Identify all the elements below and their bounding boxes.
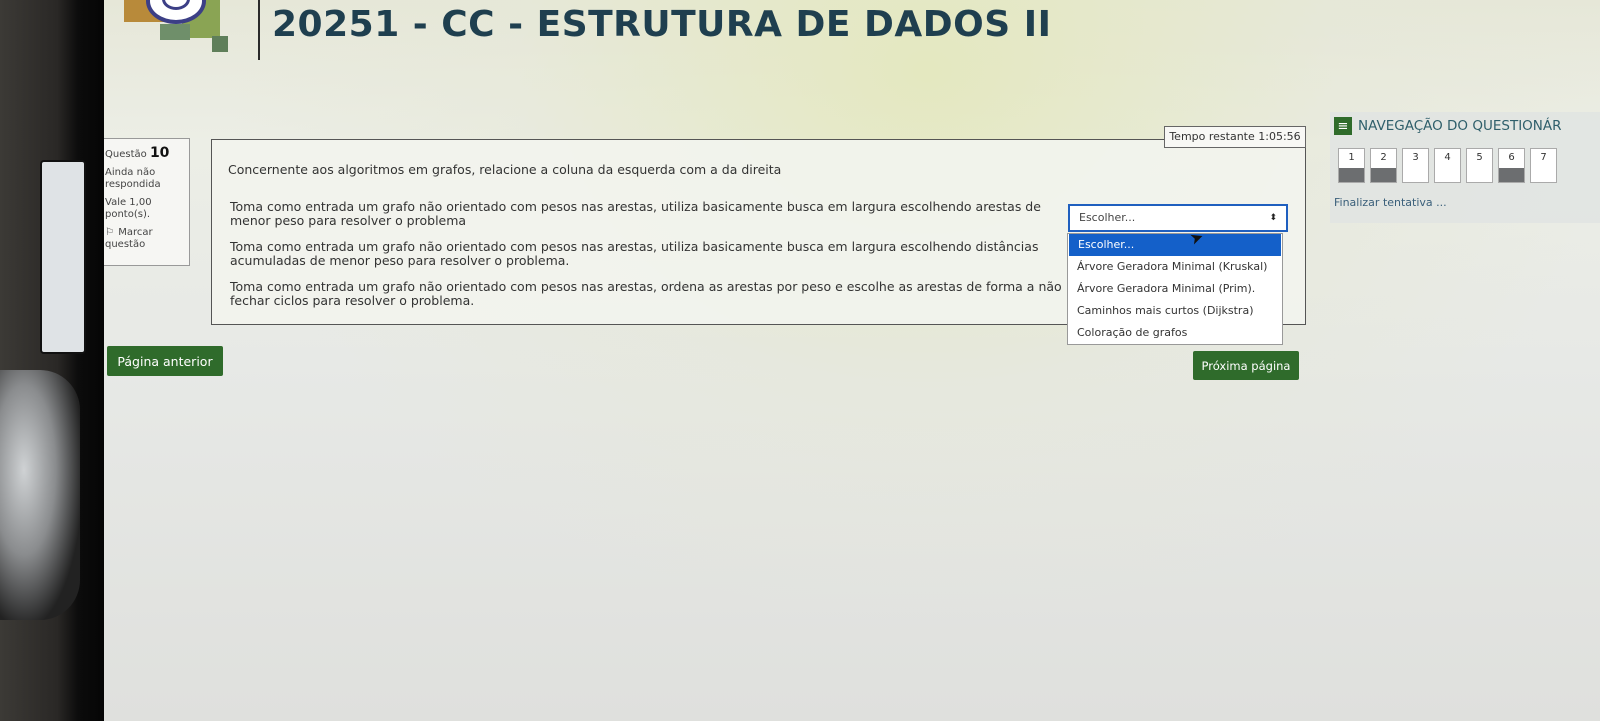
title-divider [258,0,260,60]
question-number-label: Questão [105,149,147,160]
flag-icon: ⚐ [105,227,114,238]
hamburger-menu-icon[interactable]: ≡ [1334,117,1352,135]
quiz-navigation-buttons: 1 2 3 4 5 6 7 [1338,148,1557,183]
match-item-1: Toma como entrada um grafo não orientado… [230,199,1041,228]
quiz-nav-question-1[interactable]: 1 [1338,148,1365,183]
quiz-navigation-block: ≡ NAVEGAÇÃO DO QUESTIONÁR 1 2 3 4 5 6 7 … [1330,112,1600,223]
dropdown-option[interactable]: Árvore Geradora Minimal (Kruskal) [1068,256,1282,278]
quiz-nav-question-5[interactable]: 5 [1466,148,1493,183]
answer-select-1[interactable]: Escolher... ⬍ [1068,204,1288,232]
quiz-nav-question-2[interactable]: 2 [1370,148,1397,183]
question-number: Questão 10 [105,145,183,161]
question-number-value: 10 [149,145,170,161]
finish-attempt-link[interactable]: Finalizar tentativa ... [1334,196,1447,209]
quiz-navigation-title: NAVEGAÇÃO DO QUESTIONÁR [1358,118,1562,134]
question-status: Ainda não respondida [105,167,161,190]
match-item-3: Toma como entrada um grafo não orientado… [230,279,1062,308]
quiz-nav-question-6[interactable]: 6 [1498,148,1525,183]
site-logo[interactable] [124,0,234,60]
select-dropdown-list: Escolher... Árvore Geradora Minimal (Kru… [1067,233,1283,345]
background-object [40,160,86,354]
question-grade: Vale 1,00 ponto(s). [105,197,152,220]
background-object [0,370,80,620]
monitor-bezel [0,0,104,721]
dropdown-option[interactable]: Caminhos mais curtos (Dijkstra) [1068,300,1282,322]
browser-viewport: 20251 - CC - ESTRUTURA DE DADOS II Quest… [104,0,1600,721]
next-page-button[interactable]: Próxima página [1193,351,1299,380]
quiz-navigation-header: ≡ NAVEGAÇÃO DO QUESTIONÁR [1334,116,1562,136]
question-info-panel: Questão 10 Ainda não respondida Vale 1,0… [104,138,190,266]
course-title: 20251 - CC - ESTRUTURA DE DADOS II [272,4,1052,45]
flag-question-link[interactable]: ⚐ Marcar questão [105,227,183,251]
quiz-nav-question-7[interactable]: 7 [1530,148,1557,183]
match-item-2: Toma como entrada um grafo não orientado… [230,239,1039,268]
question-prompt: Concernente aos algoritmos em grafos, re… [228,162,782,177]
logo-block [160,24,190,40]
logo-block [212,36,228,52]
dropdown-option[interactable]: Escolher... [1069,234,1281,256]
time-remaining: Tempo restante 1:05:56 [1164,126,1306,148]
quiz-nav-question-3[interactable]: 3 [1402,148,1429,183]
quiz-nav-question-4[interactable]: 4 [1434,148,1461,183]
dropdown-option[interactable]: Árvore Geradora Minimal (Prim). [1068,278,1282,300]
dropdown-option[interactable]: Coloração de grafos [1068,322,1282,344]
select-current-value: Escolher... [1079,211,1136,224]
select-arrows-icon: ⬍ [1269,213,1277,223]
previous-page-button[interactable]: Página anterior [107,346,223,376]
